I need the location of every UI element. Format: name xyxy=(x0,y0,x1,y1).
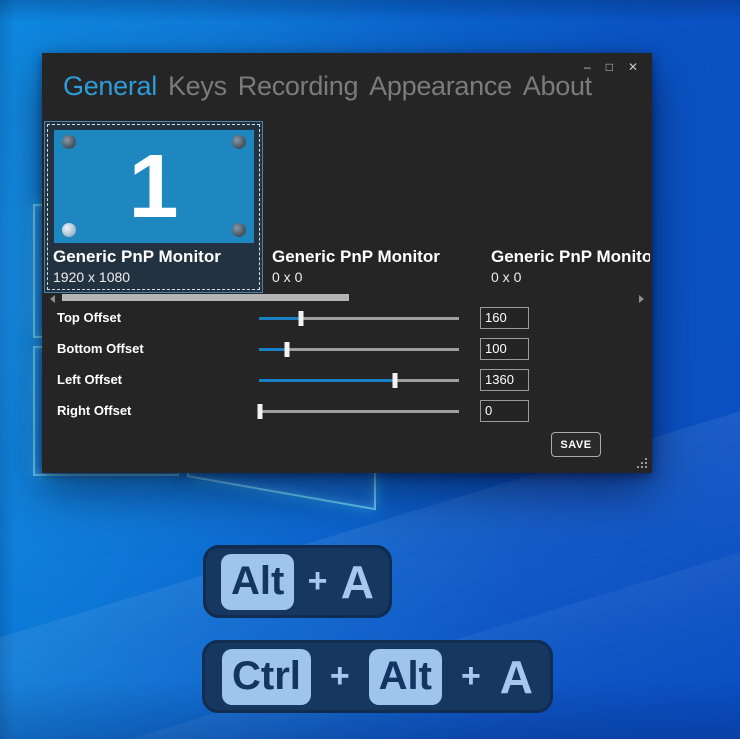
left-offset-slider[interactable] xyxy=(259,372,459,388)
left-offset-input[interactable] xyxy=(480,369,529,391)
scroll-left-icon[interactable] xyxy=(50,295,55,303)
slider-fill xyxy=(259,317,301,320)
a-key-letter: A xyxy=(341,555,374,609)
screw-icon xyxy=(62,135,76,149)
plus-separator: + xyxy=(308,562,328,601)
slider-thumb[interactable] xyxy=(258,404,263,419)
ctrl-key: Ctrl xyxy=(222,649,311,705)
maximize-icon[interactable]: □ xyxy=(606,61,613,73)
scroll-right-icon[interactable] xyxy=(639,295,644,303)
shortcut-badge-ctrl-alt-a: Ctrl + Alt + A xyxy=(202,640,553,713)
monitor-thumbnail: 1 xyxy=(54,130,254,243)
monitor-resolution: 1920 x 1080 xyxy=(45,267,262,292)
right-offset-input[interactable] xyxy=(480,400,529,422)
monitor-name: Generic PnP Monitor xyxy=(483,247,650,267)
tab-recording[interactable]: Recording xyxy=(238,71,358,102)
offset-row-bottom: Bottom Offset xyxy=(57,333,637,364)
offset-label: Left Offset xyxy=(57,372,259,387)
settings-window: – □ ✕ General Keys Recording Appearance … xyxy=(42,53,652,473)
scrollbar-thumb[interactable] xyxy=(62,294,349,301)
resize-grip-icon[interactable] xyxy=(635,456,648,469)
slider-fill xyxy=(259,379,395,382)
window-controls: – □ ✕ xyxy=(584,61,638,73)
offset-label: Right Offset xyxy=(57,403,259,418)
alt-key: Alt xyxy=(369,649,442,705)
plus-separator: + xyxy=(330,657,350,696)
monitor-name: Generic PnP Monitor xyxy=(264,247,481,267)
tab-bar: General Keys Recording Appearance About xyxy=(63,71,592,102)
slider-track xyxy=(259,410,459,413)
offset-label: Bottom Offset xyxy=(57,341,259,356)
alt-key: Alt xyxy=(221,554,294,610)
screw-icon xyxy=(62,223,76,237)
slider-thumb[interactable] xyxy=(299,311,304,326)
tab-appearance[interactable]: Appearance xyxy=(369,71,512,102)
offset-row-right: Right Offset xyxy=(57,395,637,426)
monitor-number: 1 xyxy=(54,130,254,243)
monitor-resolution: 0 x 0 xyxy=(483,267,650,292)
slider-fill xyxy=(259,348,287,351)
top-offset-slider[interactable] xyxy=(259,310,459,326)
monitor-resolution: 0 x 0 xyxy=(264,267,481,292)
offset-controls: Top Offset Bottom Offset Left Offset xyxy=(57,302,637,426)
monitor-item-3[interactable]: Generic PnP Monitor 0 x 0 xyxy=(482,121,650,293)
offset-row-left: Left Offset xyxy=(57,364,637,395)
tab-about[interactable]: About xyxy=(523,71,592,102)
monitor-list: 1 Generic PnP Monitor 1920 x 1080 Generi… xyxy=(44,121,650,293)
monitor-item-1[interactable]: 1 Generic PnP Monitor 1920 x 1080 xyxy=(44,121,263,293)
screw-icon xyxy=(232,223,246,237)
tab-general[interactable]: General xyxy=(63,71,157,102)
offset-label: Top Offset xyxy=(57,310,259,325)
slider-thumb[interactable] xyxy=(393,373,398,388)
save-button[interactable]: SAVE xyxy=(551,432,601,457)
slider-thumb[interactable] xyxy=(285,342,290,357)
screw-icon xyxy=(232,135,246,149)
monitor-item-2[interactable]: Generic PnP Monitor 0 x 0 xyxy=(263,121,482,293)
close-icon[interactable]: ✕ xyxy=(628,61,638,73)
right-offset-slider[interactable] xyxy=(259,403,459,419)
bottom-offset-input[interactable] xyxy=(480,338,529,360)
monitor-name: Generic PnP Monitor xyxy=(45,247,262,267)
plus-separator: + xyxy=(461,657,481,696)
tab-keys[interactable]: Keys xyxy=(168,71,227,102)
top-offset-input[interactable] xyxy=(480,307,529,329)
offset-row-top: Top Offset xyxy=(57,302,637,333)
a-key-letter: A xyxy=(500,650,533,704)
shortcut-badge-alt-a: Alt + A xyxy=(203,545,392,618)
bottom-offset-slider[interactable] xyxy=(259,341,459,357)
